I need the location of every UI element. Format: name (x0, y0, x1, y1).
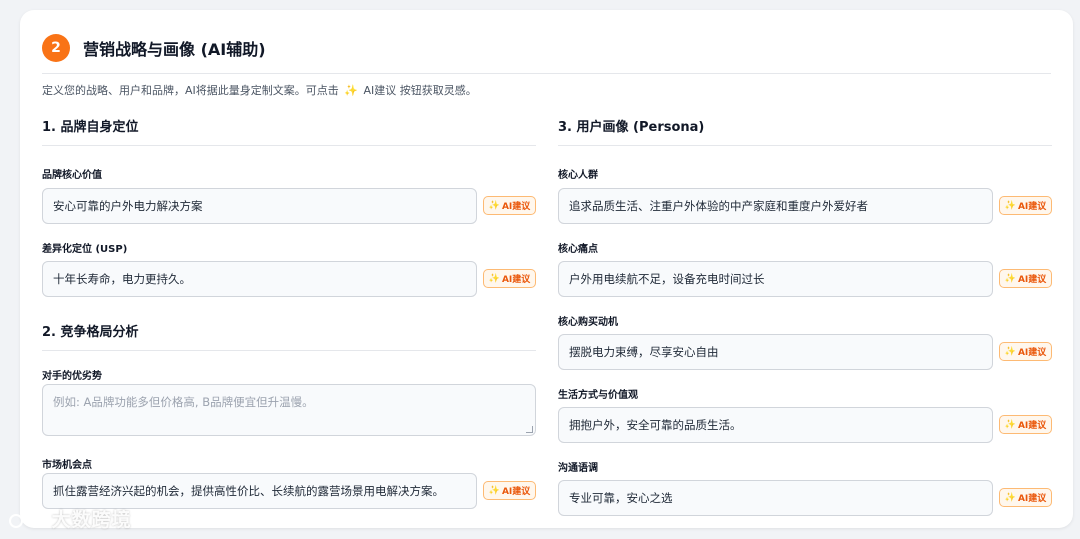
sparkle-icon: ✨ (344, 84, 358, 97)
ai-suggest-button-core-value[interactable]: ✨ AI建议 (483, 196, 536, 215)
page-title: 营销战略与画像 (AI辅助) (83, 40, 266, 59)
ai-suggest-button-motive[interactable]: ✨ AI建议 (999, 342, 1052, 361)
ai-suggest-button-usp[interactable]: ✨ AI建议 (483, 269, 536, 288)
ai-suggest-button-audience[interactable]: ✨ AI建议 (999, 196, 1052, 215)
lifestyle-label: 生活方式与价值观 (558, 390, 638, 401)
sparkle-icon: ✨ (488, 485, 500, 496)
sparkle-icon: ✨ (1004, 419, 1016, 430)
sparkle-icon: ✨ (488, 273, 500, 284)
core-value-input[interactable]: 安心可靠的户外电力解决方案 (42, 188, 477, 224)
motive-input[interactable]: 摆脱电力束缚，尽享安心自由 (558, 334, 993, 370)
strategy-card: 2 营销战略与画像 (AI辅助) 定义您的战略、用户和品牌，AI将据此量身定制文… (20, 10, 1073, 528)
section-header: 2 营销战略与画像 (AI辅助) (42, 34, 1051, 74)
competitor-placeholder: 例如: A品牌功能多但价格高, B品牌便宜但升温慢。 (53, 395, 314, 409)
tone-input[interactable]: 专业可靠，安心之选 (558, 480, 993, 516)
step-badge: 2 (42, 34, 70, 62)
core-value-label: 品牌核心价值 (42, 170, 102, 181)
opportunity-label: 市场机会点 (42, 460, 92, 471)
usp-label: 差异化定位 (USP) (42, 244, 128, 255)
competitor-textarea[interactable]: 例如: A品牌功能多但价格高, B品牌便宜但升温慢。 (42, 384, 536, 436)
sparkle-icon: ✨ (1004, 200, 1016, 211)
section-description: 定义您的战略、用户和品牌，AI将据此量身定制文案。可点击 ✨ AI建议 按钮获取… (42, 84, 477, 97)
sparkle-icon: ✨ (1004, 346, 1016, 357)
tone-label: 沟通语调 (558, 463, 598, 474)
ai-suggest-button-pain[interactable]: ✨ AI建议 (999, 269, 1052, 288)
audience-input[interactable]: 追求品质生活、注重户外体验的中产家庭和重度户外爱好者 (558, 188, 993, 224)
sparkle-icon: ✨ (488, 200, 500, 211)
persona-heading: 3. 用户画像 (Persona) (558, 116, 1052, 146)
audience-label: 核心人群 (558, 170, 598, 181)
watermark-logo-icon (9, 513, 42, 528)
opportunity-input[interactable]: 抓住露营经济兴起的机会，提供高性价比、长续航的露营场景用电解决方案。 (42, 473, 477, 509)
pain-input[interactable]: 户外用电续航不足，设备充电时间过长 (558, 261, 993, 297)
brand-positioning-heading: 1. 品牌自身定位 (42, 116, 536, 146)
competitor-label: 对手的优劣势 (42, 371, 102, 382)
lifestyle-input[interactable]: 拥抱户外，安全可靠的品质生活。 (558, 407, 993, 443)
pain-label: 核心痛点 (558, 244, 598, 255)
usp-input[interactable]: 十年长寿命，电力更持久。 (42, 261, 477, 297)
watermark: 大数跨境 (8, 505, 132, 532)
ai-suggest-button-lifestyle[interactable]: ✨ AI建议 (999, 415, 1052, 434)
motive-label: 核心购买动机 (558, 317, 618, 328)
ai-suggest-button-opportunity[interactable]: ✨ AI建议 (483, 481, 536, 500)
sparkle-icon: ✨ (1004, 492, 1016, 503)
resize-handle[interactable] (526, 426, 533, 433)
ai-suggest-button-tone[interactable]: ✨ AI建议 (999, 488, 1052, 507)
competition-heading: 2. 竞争格局分析 (42, 321, 536, 351)
sparkle-icon: ✨ (1004, 273, 1016, 284)
